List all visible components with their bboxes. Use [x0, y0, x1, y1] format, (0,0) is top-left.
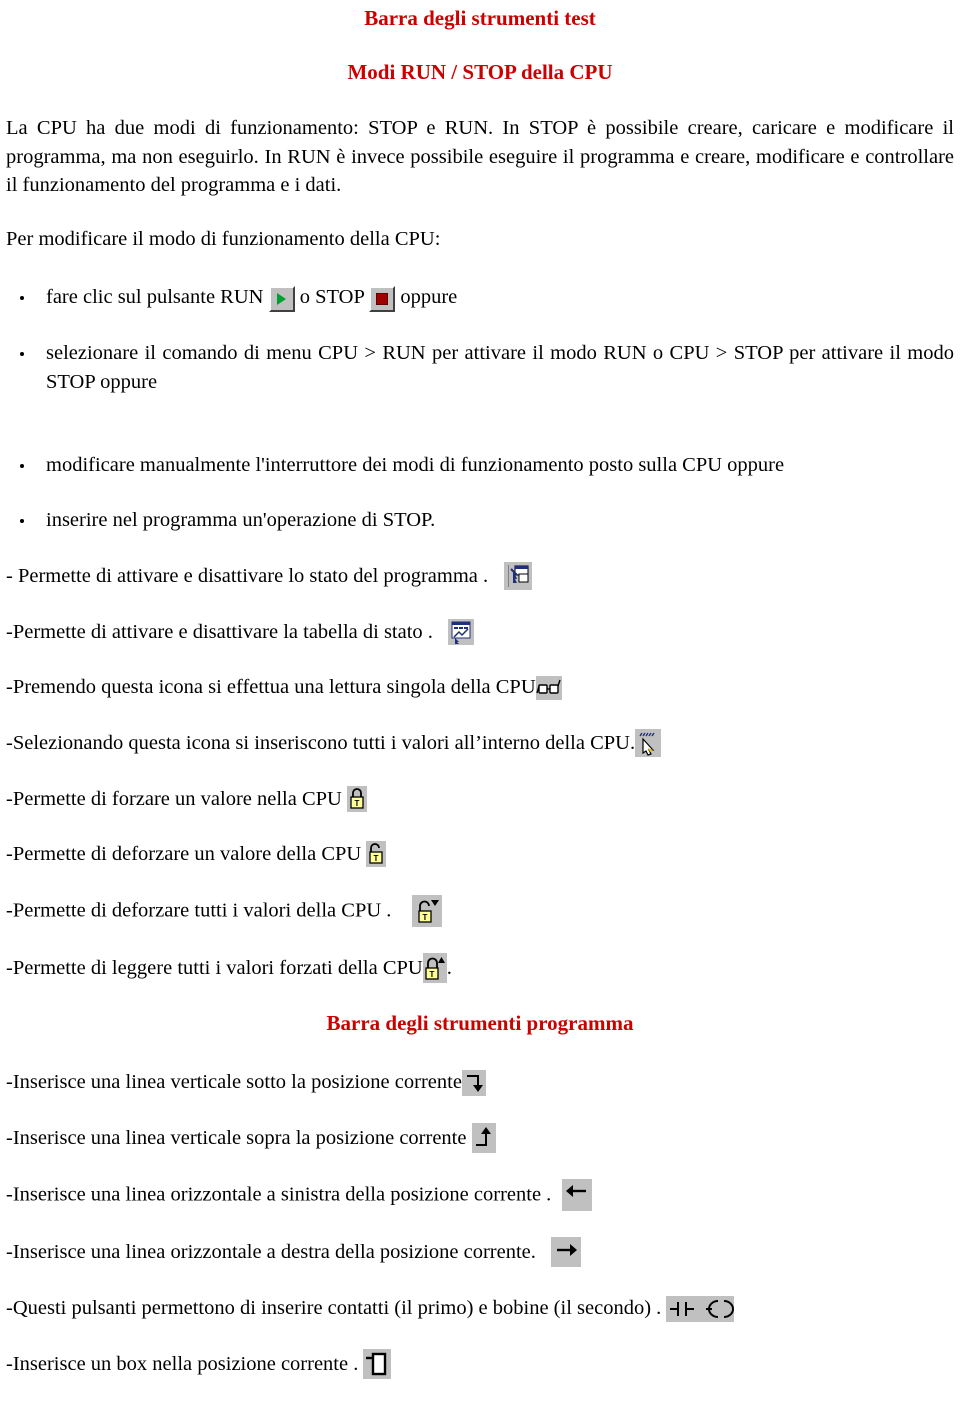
icon-row-read-forced: -Permette di leggere tutti i valori forz… [6, 927, 954, 984]
icon-row-status-table: -Permette di attivare e disattivare la t… [6, 591, 954, 647]
mode-change-list: fare clic sul pulsante RUN o STOP oppure… [6, 283, 954, 535]
icon-row-label: -Permette di forzare un valore nella CPU [6, 787, 342, 810]
icon-row-label: -Inserisce una linea verticale sopra la … [6, 1126, 467, 1149]
page-subtitle: Modi RUN / STOP della CPU [347, 60, 613, 85]
icon-row-force-value: -Permette di forzare un valore nella CPU… [6, 758, 954, 814]
page-title: Barra degli strumenti test [364, 6, 596, 30]
icon-row-hline-left: -Inserisce una linea orizzontale a sinis… [6, 1153, 954, 1212]
icon-row-label: -Selezionando questa icona si inseriscon… [6, 731, 636, 754]
icon-row-unforce-all: -Permette di deforzare tutti i valori de… [6, 869, 954, 927]
icon-row-label: -Permette di leggere tutti i valori forz… [6, 956, 423, 979]
icon-row-vline-below: -Inserisce una linea verticale sotto la … [6, 1041, 954, 1097]
read-forced-lock-icon[interactable]: T [422, 953, 447, 984]
svg-text:T: T [422, 913, 427, 922]
horizontal-line-left-icon[interactable] [561, 1179, 592, 1212]
icon-row-label: -Inserisce una linea orizzontale a destr… [6, 1241, 536, 1264]
glasses-single-read-icon[interactable] [535, 675, 562, 700]
run-button-icon[interactable] [268, 285, 295, 312]
vertical-line-down-icon[interactable] [461, 1069, 486, 1096]
run-triangle [271, 288, 293, 310]
intro-paragraph: La CPU ha due modi di funzionamento: STO… [6, 117, 954, 196]
icon-row-program-status: - Permette di attivare e disattivare lo … [6, 535, 954, 591]
icon-row-label: -Permette di attivare e disattivare la t… [6, 620, 433, 643]
intro-lead-in: Per modificare il modo di funzionamento … [6, 228, 441, 251]
list-item: inserire nel programma un'operazione di … [6, 506, 954, 535]
list-item: selezionare il comando di menu CPU > RUN… [6, 339, 954, 397]
icon-row-hline-right: -Inserisce una linea orizzontale a destr… [6, 1211, 954, 1268]
stop-square [371, 288, 393, 310]
program-status-icon[interactable] [503, 562, 532, 591]
icon-row-single-read: -Premendo questa icona si effettua una l… [6, 646, 954, 702]
document-page: Barra degli strumenti test Modi RUN / ST… [0, 0, 960, 1403]
svg-text:T: T [355, 799, 360, 808]
status-table-icon[interactable] [448, 618, 475, 645]
icon-row-label: -Questi pulsanti permettono di inserire … [6, 1297, 662, 1320]
insert-box-icon[interactable] [363, 1349, 392, 1380]
horizontal-line-right-icon[interactable] [551, 1237, 582, 1268]
bullet-text-after: oppure [400, 286, 458, 309]
bullet-text-middle: o STOP [299, 286, 365, 309]
icon-row-label: -Permette di deforzare tutti i valori de… [6, 899, 392, 922]
vertical-line-up-icon[interactable] [471, 1123, 496, 1154]
force-lock-icon[interactable]: T [346, 785, 367, 812]
icon-row-write-all: -Selezionando questa icona si inseriscon… [6, 702, 954, 758]
unforce-all-lock-icon[interactable]: T [411, 894, 442, 927]
bullet-text-before: fare clic sul pulsante RUN [46, 286, 264, 309]
icon-row-label: - Permette di attivare e disattivare lo … [6, 564, 489, 587]
unforce-lock-icon[interactable]: T [366, 841, 387, 868]
stop-button-icon[interactable] [369, 285, 396, 312]
icon-row-label-after: . [446, 956, 452, 979]
section-two-title: Barra degli strumenti programma [326, 1011, 634, 1036]
contact-coil-icon[interactable] [666, 1295, 735, 1322]
bottom-spacer [6, 1379, 954, 1403]
svg-text:T: T [374, 854, 379, 863]
svg-text:T: T [429, 970, 434, 979]
icon-row-unforce-value: -Permette di deforzare un valore della C… [6, 813, 954, 869]
icon-row-label: -Premendo questa icona si effettua una l… [6, 676, 536, 699]
icon-row-insert-box: -Inserisce un box nella posizione corren… [6, 1323, 954, 1380]
write-all-values-icon[interactable] [635, 729, 662, 758]
icon-row-vline-above: -Inserisce una linea verticale sopra la … [6, 1097, 954, 1154]
icon-row-label: -Inserisce una linea verticale sotto la … [6, 1071, 462, 1094]
icon-row-contact-coil: -Questi pulsanti permettono di inserire … [6, 1267, 954, 1323]
list-item: fare clic sul pulsante RUN o STOP oppure [6, 283, 954, 312]
list-item: modificare manualmente l'interruttore de… [6, 451, 954, 480]
icon-row-label: -Permette di deforzare un valore della C… [6, 843, 362, 866]
icon-row-label: -Inserisce una linea orizzontale a sinis… [6, 1183, 552, 1206]
